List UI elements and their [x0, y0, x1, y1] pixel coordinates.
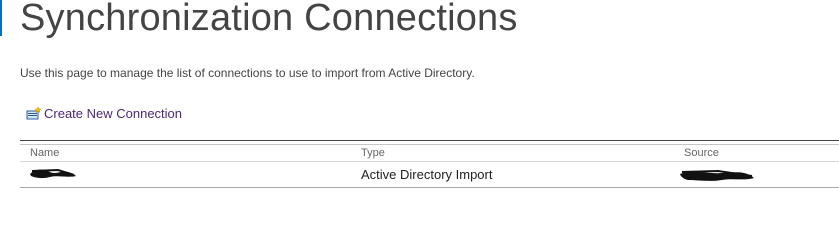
connections-list: Name Type Source Active Directory Import [20, 140, 839, 188]
left-accent-bar [0, 0, 2, 36]
source-redaction-scribble [680, 169, 754, 181]
page-title: Synchronization Connections [20, 0, 518, 39]
page-description: Use this page to manage the list of conn… [20, 66, 475, 80]
page: Synchronization Connections Use this pag… [0, 0, 839, 244]
column-header-source[interactable]: Source [684, 147, 719, 159]
connection-type: Active Directory Import [361, 167, 493, 182]
column-header-type[interactable]: Type [361, 147, 385, 159]
column-header-name[interactable]: Name [30, 147, 59, 159]
list-top-rule [20, 140, 839, 141]
new-connection-icon [26, 105, 42, 121]
table-row[interactable]: Active Directory Import [20, 161, 839, 188]
list-header-row: Name Type Source [20, 144, 839, 161]
name-redaction-scribble [30, 168, 76, 179]
create-new-connection-link[interactable]: Create New Connection [26, 105, 183, 121]
create-new-connection-label: Create New Connection [44, 106, 183, 121]
